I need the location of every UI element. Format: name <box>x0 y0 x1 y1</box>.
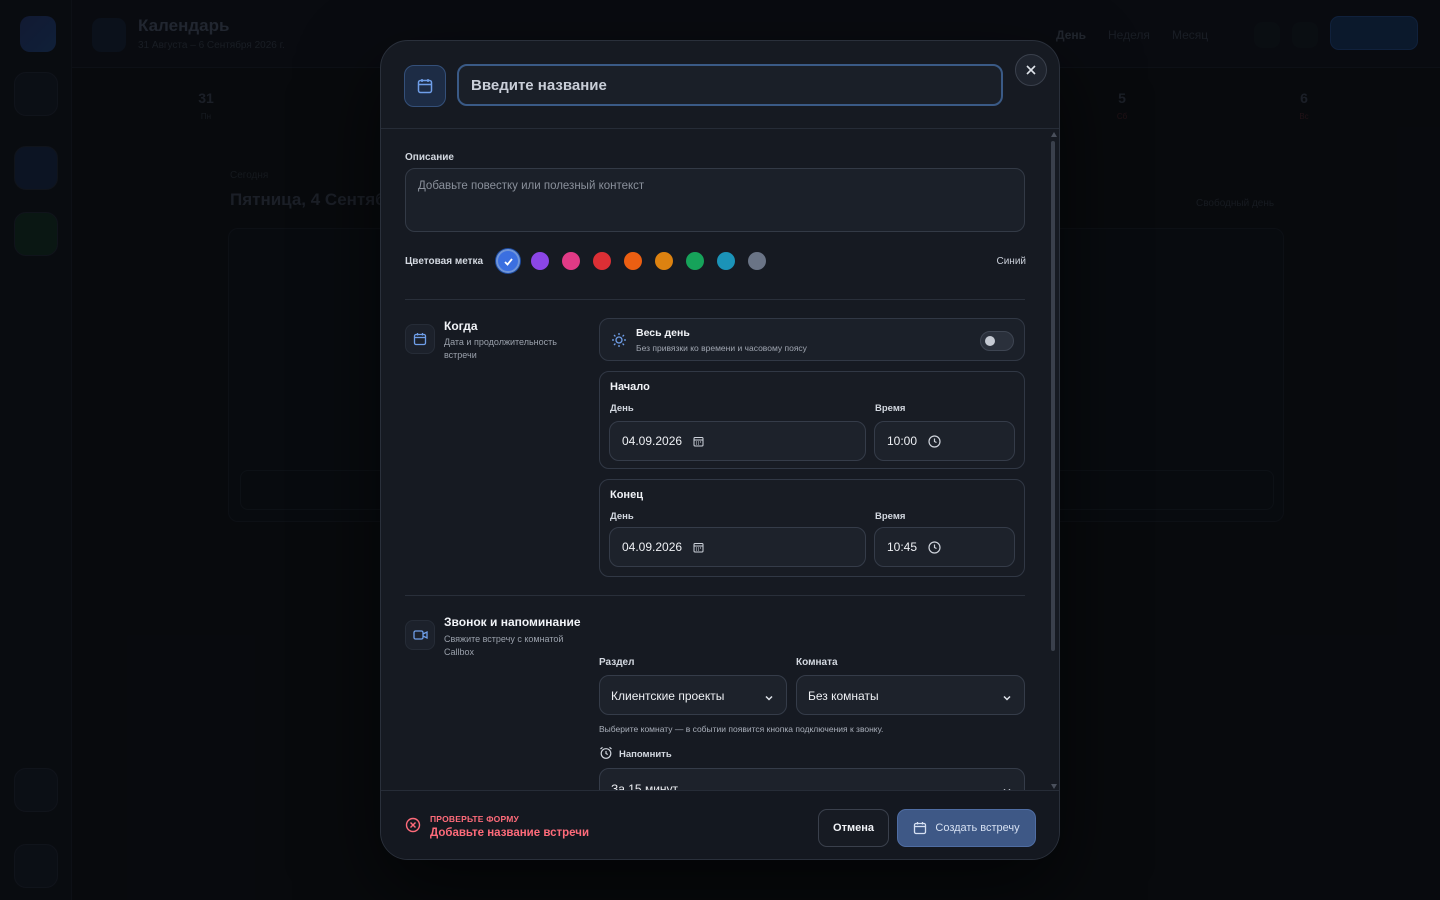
color-swatch-purple[interactable] <box>531 252 549 270</box>
create-event-button[interactable]: Создать встречу <box>897 809 1036 847</box>
end-time-value: 10:45 <box>887 540 918 554</box>
color-swatch-pink[interactable] <box>562 252 580 270</box>
allday-subtitle: Без привязки ко времени и часовому поясу <box>636 343 807 353</box>
calendar-icon <box>405 324 435 354</box>
when-section-subtitle: Дата и продолжительность встречи <box>444 337 557 360</box>
room-select[interactable]: Без комнаты <box>796 675 1025 715</box>
start-time-value: 10:00 <box>887 434 918 448</box>
call-section-subtitle: Свяжите встречу с комнатой Callbox <box>444 634 564 657</box>
error-caption: ПРОВЕРЬТЕ ФОРМУ <box>430 814 520 824</box>
color-swatch-amber[interactable] <box>655 252 673 270</box>
calendar-icon <box>404 65 446 107</box>
scroll-down-arrow[interactable] <box>1051 784 1057 789</box>
start-day-label: День <box>610 403 634 414</box>
divider <box>405 299 1025 300</box>
calendar-icon <box>693 436 704 447</box>
cancel-button[interactable]: Отмена <box>818 809 889 847</box>
start-date-field[interactable]: 04.09.2026 <box>609 421 866 461</box>
chevron-down-icon <box>1002 690 1012 708</box>
end-time-field[interactable]: 10:45 <box>874 527 1015 567</box>
end-day-label: День <box>610 511 634 522</box>
modal-scrollbar[interactable] <box>1051 141 1055 651</box>
allday-row: Весь день Без привязки ко времени и часо… <box>599 318 1025 361</box>
end-heading: Конец <box>610 489 643 501</box>
start-box: Начало День Время 04.09.2026 10:00 <box>599 371 1025 469</box>
allday-toggle[interactable] <box>980 331 1014 351</box>
color-swatch-orange[interactable] <box>624 252 642 270</box>
close-button[interactable] <box>1015 54 1047 86</box>
create-event-modal: Описание Цветовая метка Синий Когда Дата… <box>380 40 1060 860</box>
remind-select-value: За 15 минут <box>611 782 679 790</box>
description-input[interactable] <box>405 168 1025 232</box>
color-swatch-teal[interactable] <box>717 252 735 270</box>
modal-footer: ПРОВЕРЬТЕ ФОРМУ Добавьте название встреч… <box>381 790 1059 859</box>
section-select-label: Раздел <box>599 657 635 668</box>
description-label: Описание <box>405 152 454 163</box>
section-select-value: Клиентские проекты <box>611 689 725 703</box>
color-swatch-red[interactable] <box>593 252 611 270</box>
error-icon <box>405 817 421 838</box>
chevron-down-icon <box>1002 783 1012 790</box>
divider <box>405 595 1025 596</box>
video-icon <box>405 620 435 650</box>
remind-label: Напомнить <box>619 749 672 760</box>
room-select-value: Без комнаты <box>808 689 879 703</box>
remind-select[interactable]: За 15 минут <box>599 768 1025 790</box>
end-box: Конец День Время 04.09.2026 10:45 <box>599 479 1025 577</box>
color-swatch-green[interactable] <box>686 252 704 270</box>
alarm-icon <box>599 746 613 765</box>
clock-icon <box>928 434 941 448</box>
sun-icon <box>611 332 627 353</box>
room-select-label: Комната <box>796 657 838 668</box>
end-time-label: Время <box>875 511 906 522</box>
call-section-title: Звонок и напоминание <box>444 615 581 629</box>
chevron-down-icon <box>764 690 774 708</box>
check-icon <box>503 257 513 266</box>
calendar-icon <box>914 822 927 835</box>
start-time-field[interactable]: 10:00 <box>874 421 1015 461</box>
event-title-input[interactable] <box>457 64 1003 106</box>
start-date-value: 04.09.2026 <box>622 434 683 448</box>
create-event-label: Создать встречу <box>935 822 1020 834</box>
modal-header <box>381 41 1059 129</box>
error-message: Добавьте название встречи <box>430 827 590 839</box>
clock-icon <box>928 540 941 554</box>
end-date-value: 04.09.2026 <box>622 540 683 554</box>
color-swatch-blue[interactable] <box>496 249 520 273</box>
color-swatch-gray[interactable] <box>748 252 766 270</box>
color-label: Цветовая метка <box>405 256 484 267</box>
when-section-title: Когда <box>444 319 478 333</box>
scroll-up-arrow[interactable] <box>1051 132 1057 137</box>
modal-body: Описание Цветовая метка Синий Когда Дата… <box>381 130 1059 790</box>
allday-title: Весь день <box>636 327 690 339</box>
start-heading: Начало <box>610 381 650 393</box>
toggle-knob <box>985 336 995 346</box>
close-icon <box>1026 65 1036 75</box>
start-time-label: Время <box>875 403 906 414</box>
section-select[interactable]: Клиентские проекты <box>599 675 787 715</box>
calendar-icon <box>693 542 704 553</box>
end-date-field[interactable]: 04.09.2026 <box>609 527 866 567</box>
room-hint: Выберите комнату — в событии появится кн… <box>599 724 884 734</box>
selected-color-name: Синий <box>996 256 1026 267</box>
